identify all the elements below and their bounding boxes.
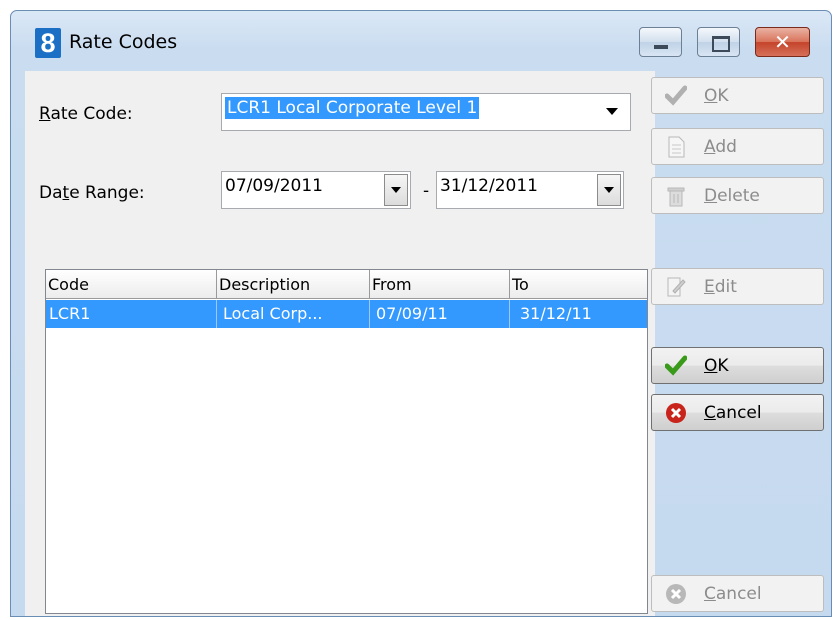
- rate-codes-table[interactable]: Code Description From To LCR1 Local Corp…: [45, 269, 648, 614]
- date-from-picker[interactable]: 07/09/2011: [221, 171, 411, 209]
- date-to-dropdown-button[interactable]: [597, 174, 621, 206]
- table-row[interactable]: LCR1 Local Corp... 07/09/11 31/12/11: [46, 300, 647, 328]
- cell-code: LCR1: [46, 300, 217, 328]
- edit-button[interactable]: Edit: [651, 268, 824, 305]
- delete-button[interactable]: Delete: [651, 177, 824, 214]
- ok-button[interactable]: OK: [651, 347, 824, 384]
- ok-top-button[interactable]: OK: [651, 77, 824, 114]
- cell-from: 07/09/11: [370, 300, 510, 328]
- close-icon: ✕: [774, 30, 791, 54]
- date-separator: -: [423, 181, 430, 201]
- column-header-description[interactable]: Description: [217, 270, 370, 299]
- cancel-button[interactable]: Cancel: [651, 394, 824, 431]
- minimize-button[interactable]: [639, 27, 682, 57]
- delete-label: Delete: [704, 186, 760, 206]
- column-header-to[interactable]: To: [510, 270, 647, 299]
- checkmark-icon: [665, 355, 687, 376]
- column-header-code[interactable]: Code: [46, 270, 217, 299]
- chevron-down-icon[interactable]: [606, 108, 618, 115]
- window-title: Rate Codes: [69, 31, 178, 53]
- cancel-icon: [666, 403, 686, 423]
- cancel-bottom-button[interactable]: Cancel: [651, 575, 824, 612]
- ok-label: OK: [704, 356, 729, 376]
- date-to-value: 31/12/2011: [440, 176, 538, 196]
- cell-description: Local Corp...: [217, 300, 370, 328]
- cell-to: 31/12/11: [520, 304, 592, 323]
- trash-icon: [667, 187, 685, 207]
- edit-icon: [667, 277, 686, 297]
- rate-code-select[interactable]: LCR1 Local Corporate Level 1: [221, 93, 631, 131]
- document-icon: [668, 136, 685, 158]
- ok-top-label: OK: [704, 86, 729, 106]
- dialog-content: Rate Code: LCR1 Local Corporate Level 1 …: [25, 71, 655, 616]
- app-icon: 8: [35, 28, 61, 58]
- date-from-dropdown-button[interactable]: [384, 174, 408, 206]
- maximize-icon: [712, 36, 730, 52]
- cancel-icon: [666, 584, 686, 604]
- minimize-icon: [654, 45, 668, 49]
- rate-code-label: Rate Code:: [39, 104, 133, 124]
- date-from-value: 07/09/2011: [225, 176, 323, 196]
- add-button[interactable]: Add: [651, 128, 824, 165]
- column-header-from[interactable]: From: [370, 270, 510, 299]
- cancel-label: Cancel: [704, 403, 762, 423]
- date-to-picker[interactable]: 31/12/2011: [436, 171, 624, 209]
- date-range-label: Date Range:: [39, 183, 145, 203]
- close-button[interactable]: ✕: [755, 27, 810, 57]
- cancel-bottom-label: Cancel: [704, 584, 762, 604]
- maximize-button[interactable]: [697, 27, 740, 57]
- add-label: Add: [704, 137, 737, 157]
- checkmark-icon: [665, 85, 687, 106]
- rate-code-value: LCR1 Local Corporate Level 1: [225, 97, 480, 119]
- rate-codes-window: 8 Rate Codes ✕ Rate Code: LCR1 Local Cor…: [10, 10, 832, 617]
- title-bar[interactable]: 8 Rate Codes ✕: [11, 11, 831, 69]
- edit-label: Edit: [704, 277, 737, 297]
